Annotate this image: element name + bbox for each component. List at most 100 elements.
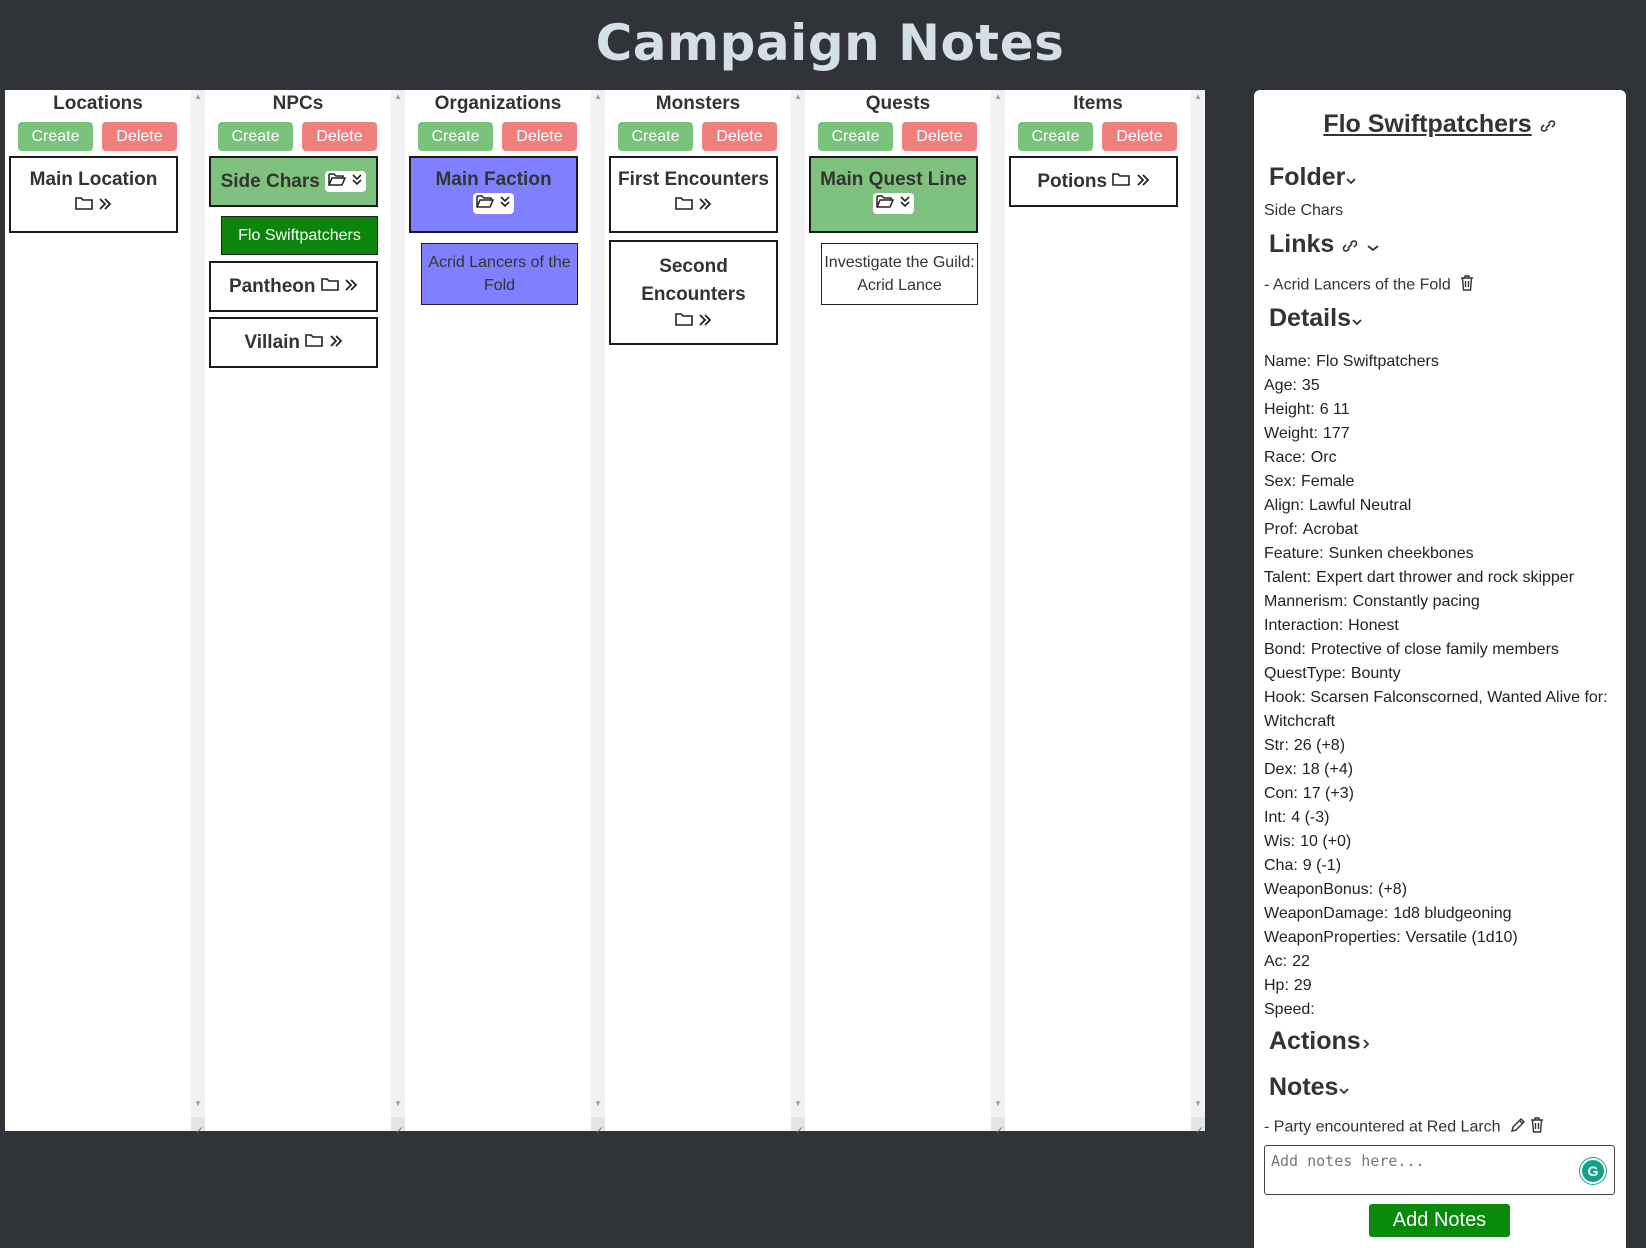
folder-toggle[interactable]	[325, 171, 367, 193]
detail-value: 29	[1293, 977, 1312, 994]
delete-button[interactable]: Delete	[702, 122, 777, 151]
notes-placeholder: Add notes here...	[1271, 1152, 1425, 1170]
folder-card-main-faction[interactable]: Main Faction	[409, 156, 578, 233]
create-button[interactable]: Create	[18, 122, 93, 151]
column-scrollbar[interactable]: ▲ ▼	[591, 90, 605, 1131]
delete-button[interactable]: Delete	[302, 122, 377, 151]
create-button[interactable]: Create	[218, 122, 293, 151]
column-scrollbar[interactable]: ▲ ▼	[391, 90, 405, 1131]
link-item-label[interactable]: - Acrid Lancers of the Fold	[1264, 277, 1451, 294]
chevrons-right-icon[interactable]	[698, 311, 712, 333]
column-quests: Quests Create Delete Main Quest Line Inv…	[805, 90, 1005, 1131]
folder-card-first-encounters[interactable]: First Encounters	[609, 156, 778, 233]
create-button[interactable]: Create	[418, 122, 493, 151]
folder-icon[interactable]	[675, 311, 693, 333]
link-icon[interactable]	[1539, 111, 1557, 140]
delete-button[interactable]: Delete	[502, 122, 577, 151]
folder-icon[interactable]	[305, 319, 324, 366]
chevrons-right-icon[interactable]	[329, 319, 343, 366]
grammarly-icon[interactable]: G	[1580, 1158, 1606, 1184]
delete-button[interactable]: Delete	[102, 122, 177, 151]
detail-value: Honest	[1348, 617, 1399, 634]
detail-value: Flo Swiftpatchers	[1316, 353, 1439, 370]
delete-button[interactable]: Delete	[1102, 122, 1177, 151]
note-title-text[interactable]: Flo Swiftpatchers	[1323, 110, 1531, 138]
delete-button[interactable]: Delete	[902, 122, 977, 151]
details-section-toggle[interactable]: Details	[1269, 304, 1363, 334]
column-scrollbar[interactable]: ▲ ▼	[991, 90, 1005, 1131]
column-header: Organizations	[434, 93, 562, 114]
detail-key: Cha:	[1264, 857, 1298, 874]
chevrons-right-icon[interactable]	[98, 195, 112, 217]
trash-icon[interactable]	[1530, 1117, 1544, 1138]
column-scrollbar[interactable]: ▲ ▼	[191, 90, 205, 1131]
note-item[interactable]: Investigate the Guild: Acrid Lance	[821, 243, 978, 305]
trash-icon[interactable]	[1460, 275, 1474, 296]
folder-toggle[interactable]	[872, 193, 915, 215]
column-items: Items Create Delete Potions ▲ ▼	[1005, 90, 1205, 1131]
detail-key: Bond:	[1264, 641, 1306, 658]
resize-grip[interactable]	[991, 1117, 1005, 1131]
detail-row: Cha: 9 (-1)	[1264, 854, 1614, 878]
create-button[interactable]: Create	[818, 122, 893, 151]
detail-value: 9 (-1)	[1302, 857, 1342, 874]
notes-section-toggle[interactable]: Notes	[1269, 1073, 1350, 1103]
detail-key: Name:	[1264, 353, 1312, 370]
folder-card-second-encounters[interactable]: Second Encounters	[609, 240, 778, 345]
folder-card-pantheon[interactable]: Pantheon	[209, 261, 378, 312]
folder-card-side-chars[interactable]: Side Chars	[209, 156, 378, 207]
folder-label: Main Faction	[435, 169, 552, 190]
resize-grip[interactable]	[591, 1117, 605, 1131]
detail-value: Lawful Neutral	[1309, 497, 1412, 514]
folder-card-main-quest-line[interactable]: Main Quest Line	[809, 156, 978, 233]
actions-section-toggle[interactable]: Actions	[1269, 1027, 1371, 1057]
folder-card-main-location[interactable]: Main Location	[9, 156, 178, 233]
detail-row: Mannerism: Constantly pacing	[1264, 590, 1614, 614]
detail-key: Int:	[1264, 809, 1287, 826]
folder-icon[interactable]	[75, 195, 93, 217]
column-scrollbar[interactable]: ▲ ▼	[791, 90, 805, 1131]
detail-row: Sex: Female	[1264, 470, 1614, 494]
detail-key: WeaponProperties:	[1264, 929, 1401, 946]
detail-value: Constantly pacing	[1352, 593, 1480, 610]
folder-section-toggle[interactable]: Folder	[1269, 163, 1357, 193]
folder-icon[interactable]	[1112, 158, 1131, 205]
note-item-selected[interactable]: Flo Swiftpatchers	[221, 216, 378, 255]
links-heading: Links	[1269, 230, 1335, 258]
resize-grip[interactable]	[391, 1117, 405, 1131]
detail-key: Prof:	[1264, 521, 1298, 538]
detail-key: Ac:	[1264, 953, 1288, 970]
chevrons-right-icon[interactable]	[698, 195, 712, 217]
create-button[interactable]: Create	[618, 122, 693, 151]
folder-icon[interactable]	[675, 195, 693, 217]
resize-grip[interactable]	[1191, 1117, 1205, 1131]
detail-row: Race: Orc	[1264, 446, 1614, 470]
folder-icon[interactable]	[320, 263, 339, 310]
folder-label: Second Encounters	[641, 256, 746, 305]
folder-label: Main Quest Line	[820, 169, 967, 190]
folder-heading: Folder	[1269, 163, 1346, 191]
folder-toggle[interactable]	[472, 193, 515, 215]
chevrons-right-icon[interactable]	[1136, 158, 1150, 205]
notes-textarea[interactable]: Add notes here... G	[1264, 1145, 1615, 1195]
create-button[interactable]: Create	[1018, 122, 1093, 151]
link-icon[interactable]	[1341, 231, 1359, 260]
links-section-toggle[interactable]: Links	[1269, 230, 1380, 260]
detail-value: Orc	[1310, 449, 1337, 466]
detail-key: Str:	[1264, 737, 1289, 754]
pencil-icon[interactable]	[1510, 1117, 1526, 1138]
folder-open-icon	[328, 172, 347, 191]
detail-row: WeaponProperties: Versatile (1d10)	[1264, 926, 1614, 950]
detail-row: Hook: Scarsen Falconscorned, Wanted Aliv…	[1264, 686, 1614, 734]
resize-grip[interactable]	[191, 1117, 205, 1131]
column-scrollbar[interactable]: ▲ ▼	[1191, 90, 1205, 1131]
note-detail-panel: Flo Swiftpatchers Folder Side Chars Link…	[1254, 90, 1626, 1248]
note-item[interactable]: Acrid Lancers of the Fold	[421, 243, 578, 305]
resize-grip[interactable]	[791, 1117, 805, 1131]
folder-card-potions[interactable]: Potions	[1009, 156, 1178, 207]
folder-card-villain[interactable]: Villain	[209, 317, 378, 368]
detail-key: Align:	[1264, 497, 1305, 514]
chevrons-right-icon[interactable]	[344, 263, 358, 310]
add-notes-button[interactable]: Add Notes	[1369, 1204, 1510, 1237]
detail-row: WeaponBonus: (+8)	[1264, 878, 1614, 902]
